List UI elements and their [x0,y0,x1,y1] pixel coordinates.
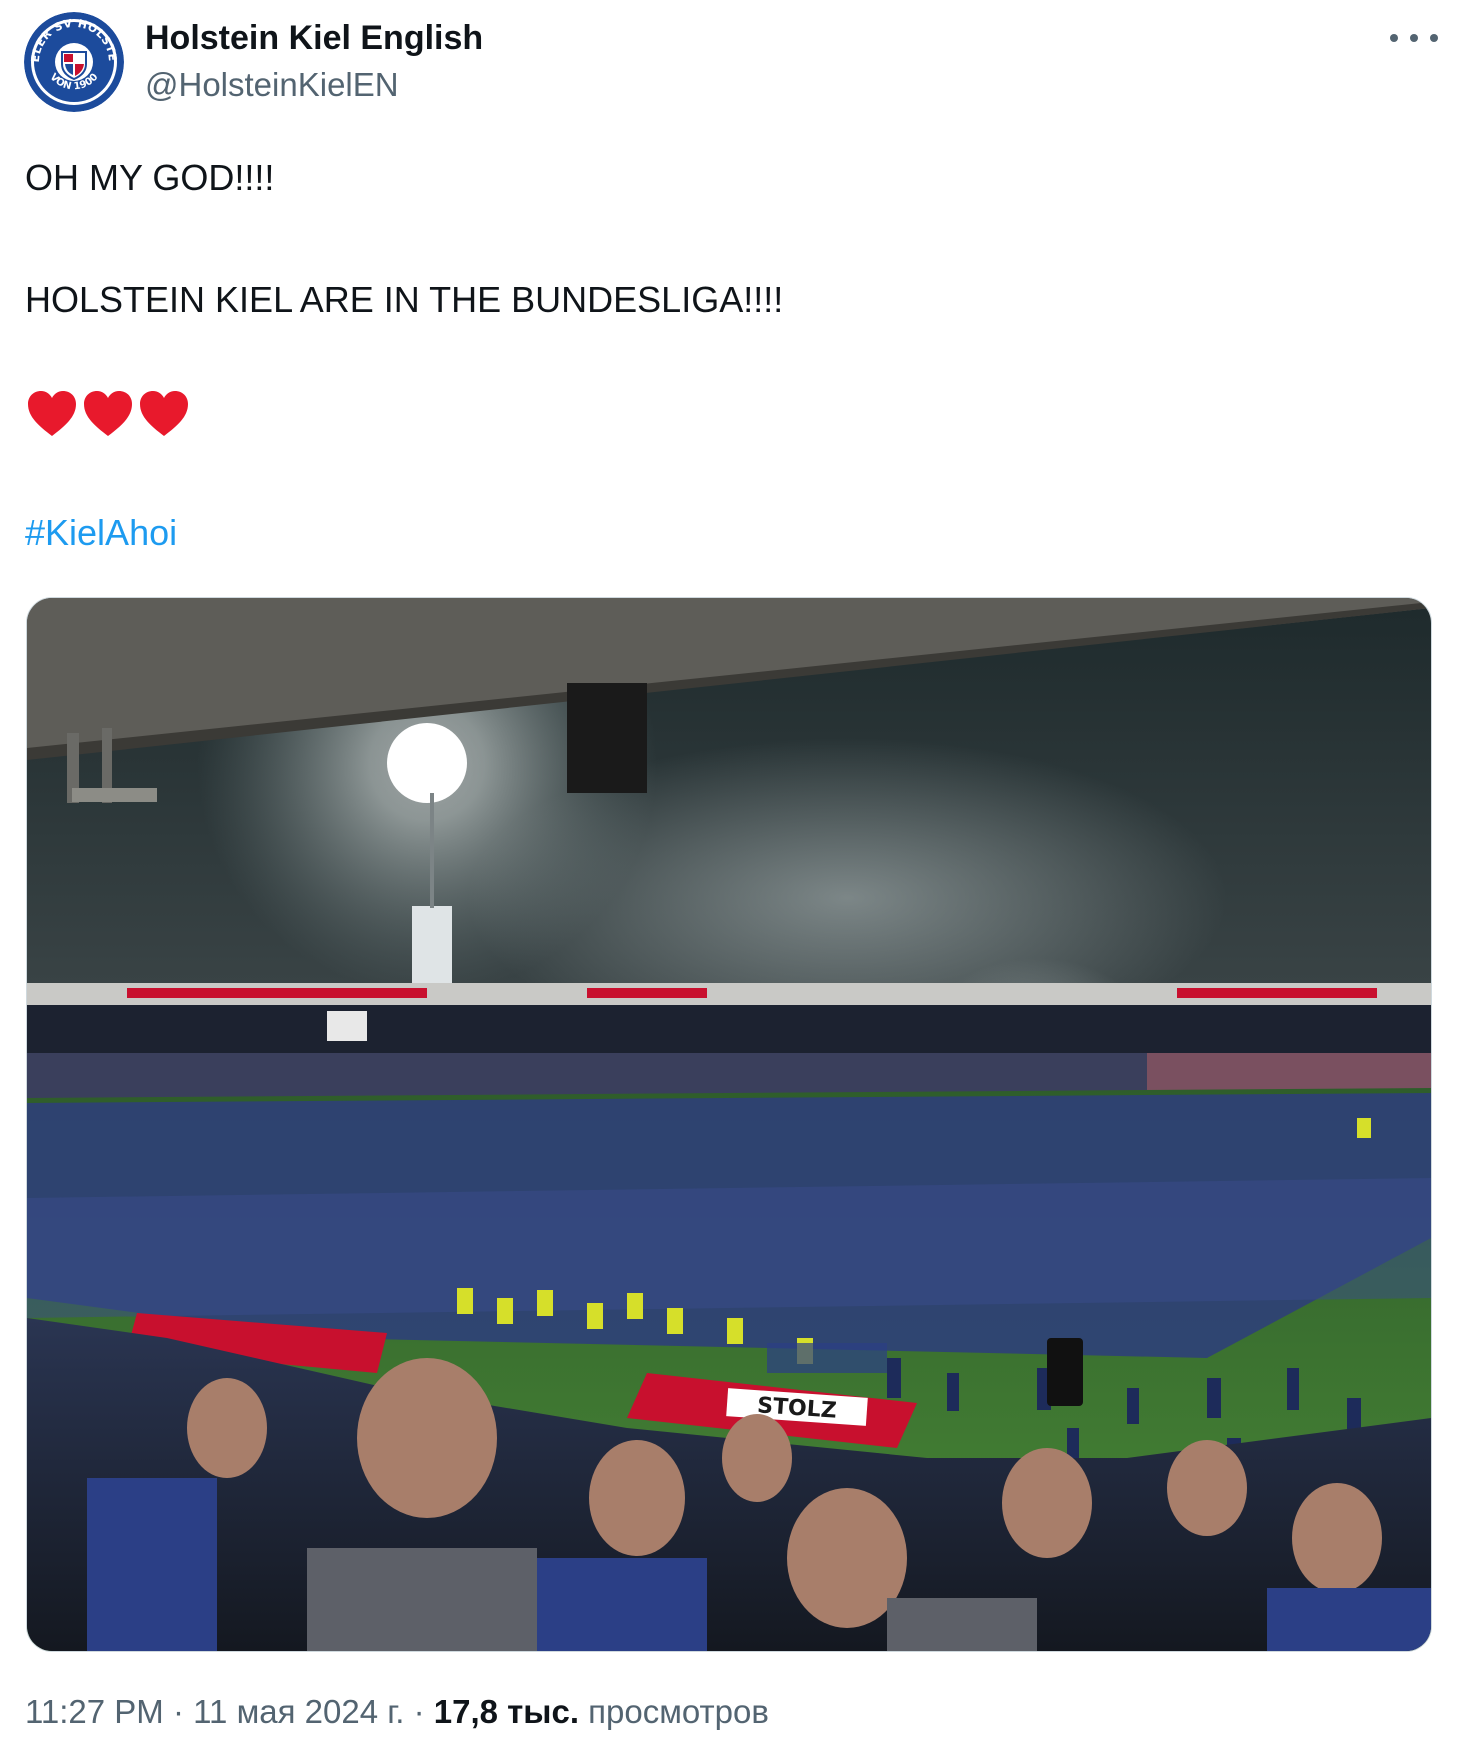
tweet-text-line-2: HOLSTEIN KIEL ARE IN THE BUNDESLIGA!!!! [25,279,784,320]
author-block: Holstein Kiel English @HolsteinKielEN [145,18,483,105]
tweet-text-line-1: OH MY GOD!!!! [25,157,275,198]
heart-icon [140,391,188,436]
emoji-hearts [25,388,191,444]
timestamp-link[interactable]: 11:27 PM · 11 мая 2024 г. [25,1693,404,1730]
meta-separator-2: · [404,1693,434,1730]
heart-icon [28,391,76,436]
more-icon-dot [1410,34,1418,42]
club-logo: KIELER SV HOLSTEIN VON 1900 [24,12,124,112]
meta-separator: · [163,1693,194,1730]
user-handle[interactable]: @HolsteinKielEN [145,65,483,105]
tweet-date: 11 мая 2024 г. [193,1693,405,1730]
more-options-button[interactable] [1390,26,1438,50]
tweet-photo[interactable]: STOLZ [26,597,1432,1652]
tweet-time: 11:27 PM [25,1693,164,1730]
views-count: 17,8 тыс. [433,1693,579,1730]
display-name[interactable]: Holstein Kiel English [145,18,483,58]
views-label: просмотров [579,1693,769,1730]
hashtag-link[interactable]: #KielAhoi [25,512,177,554]
tweet-metadata: 11:27 PM · 11 мая 2024 г. · 17,8 тыс. пр… [25,1693,769,1731]
stadium-photo: STOLZ [27,598,1431,1651]
more-icon-dot [1430,34,1438,42]
heart-icon [84,391,132,436]
more-icon [1390,34,1398,42]
avatar[interactable]: KIELER SV HOLSTEIN VON 1900 [24,12,124,112]
